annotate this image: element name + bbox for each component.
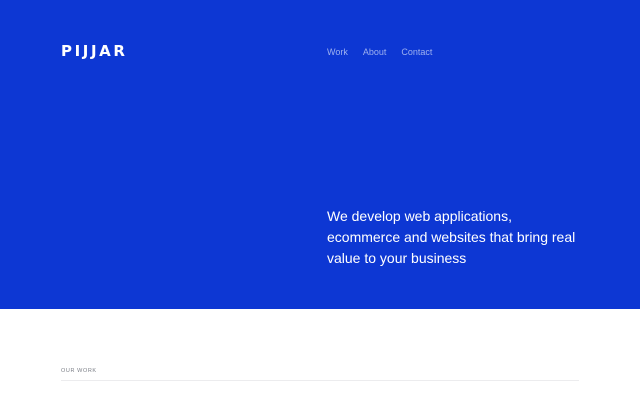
hero-section: PIJJAR Work About Contact We develop web… bbox=[0, 0, 640, 309]
hero-tagline: We develop web applications, ecommerce a… bbox=[327, 208, 576, 266]
main-nav: Work About Contact bbox=[327, 47, 432, 58]
nav-link-work[interactable]: Work bbox=[327, 47, 348, 58]
section-divider bbox=[61, 380, 579, 381]
section-label-our-work: OUR WORK bbox=[61, 368, 97, 374]
nav-link-about[interactable]: About bbox=[363, 47, 387, 58]
logo[interactable]: PIJJAR bbox=[61, 42, 128, 60]
nav-link-contact[interactable]: Contact bbox=[401, 47, 432, 58]
